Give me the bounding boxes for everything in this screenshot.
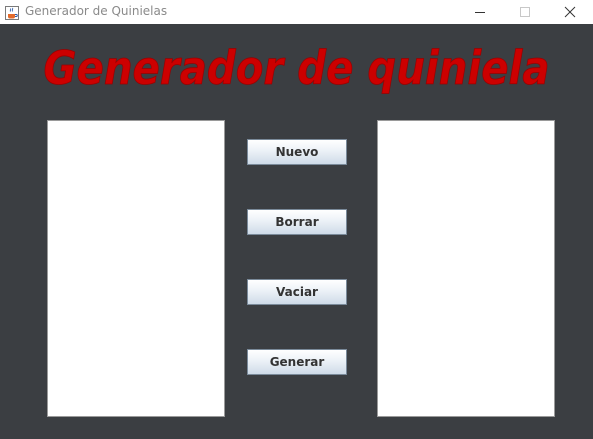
main-panel: Generador de quiniela Nuevo Borrar Vacia…	[0, 24, 593, 439]
maximize-button[interactable]	[502, 0, 548, 24]
title-bar[interactable]: Generador de Quinielas	[0, 0, 593, 24]
close-icon	[564, 6, 576, 18]
vaciar-button[interactable]: Vaciar	[247, 279, 347, 305]
right-list-panel[interactable]	[377, 120, 555, 417]
application-window: Generador de Quinielas Generador de quin…	[0, 0, 593, 439]
java-cup-icon	[5, 5, 19, 20]
minimize-button[interactable]	[457, 0, 503, 24]
borrar-button[interactable]: Borrar	[247, 209, 347, 235]
close-button[interactable]	[547, 0, 593, 24]
nuevo-button[interactable]: Nuevo	[247, 139, 347, 165]
heading-text: Generador de quiniela	[44, 41, 550, 95]
left-list-panel[interactable]	[47, 120, 225, 417]
maximize-icon	[520, 7, 530, 17]
window-title: Generador de Quinielas	[25, 4, 168, 18]
minimize-icon	[475, 12, 485, 13]
generar-button[interactable]: Generar	[247, 349, 347, 375]
heading-title: Generador de quiniela	[43, 41, 550, 96]
